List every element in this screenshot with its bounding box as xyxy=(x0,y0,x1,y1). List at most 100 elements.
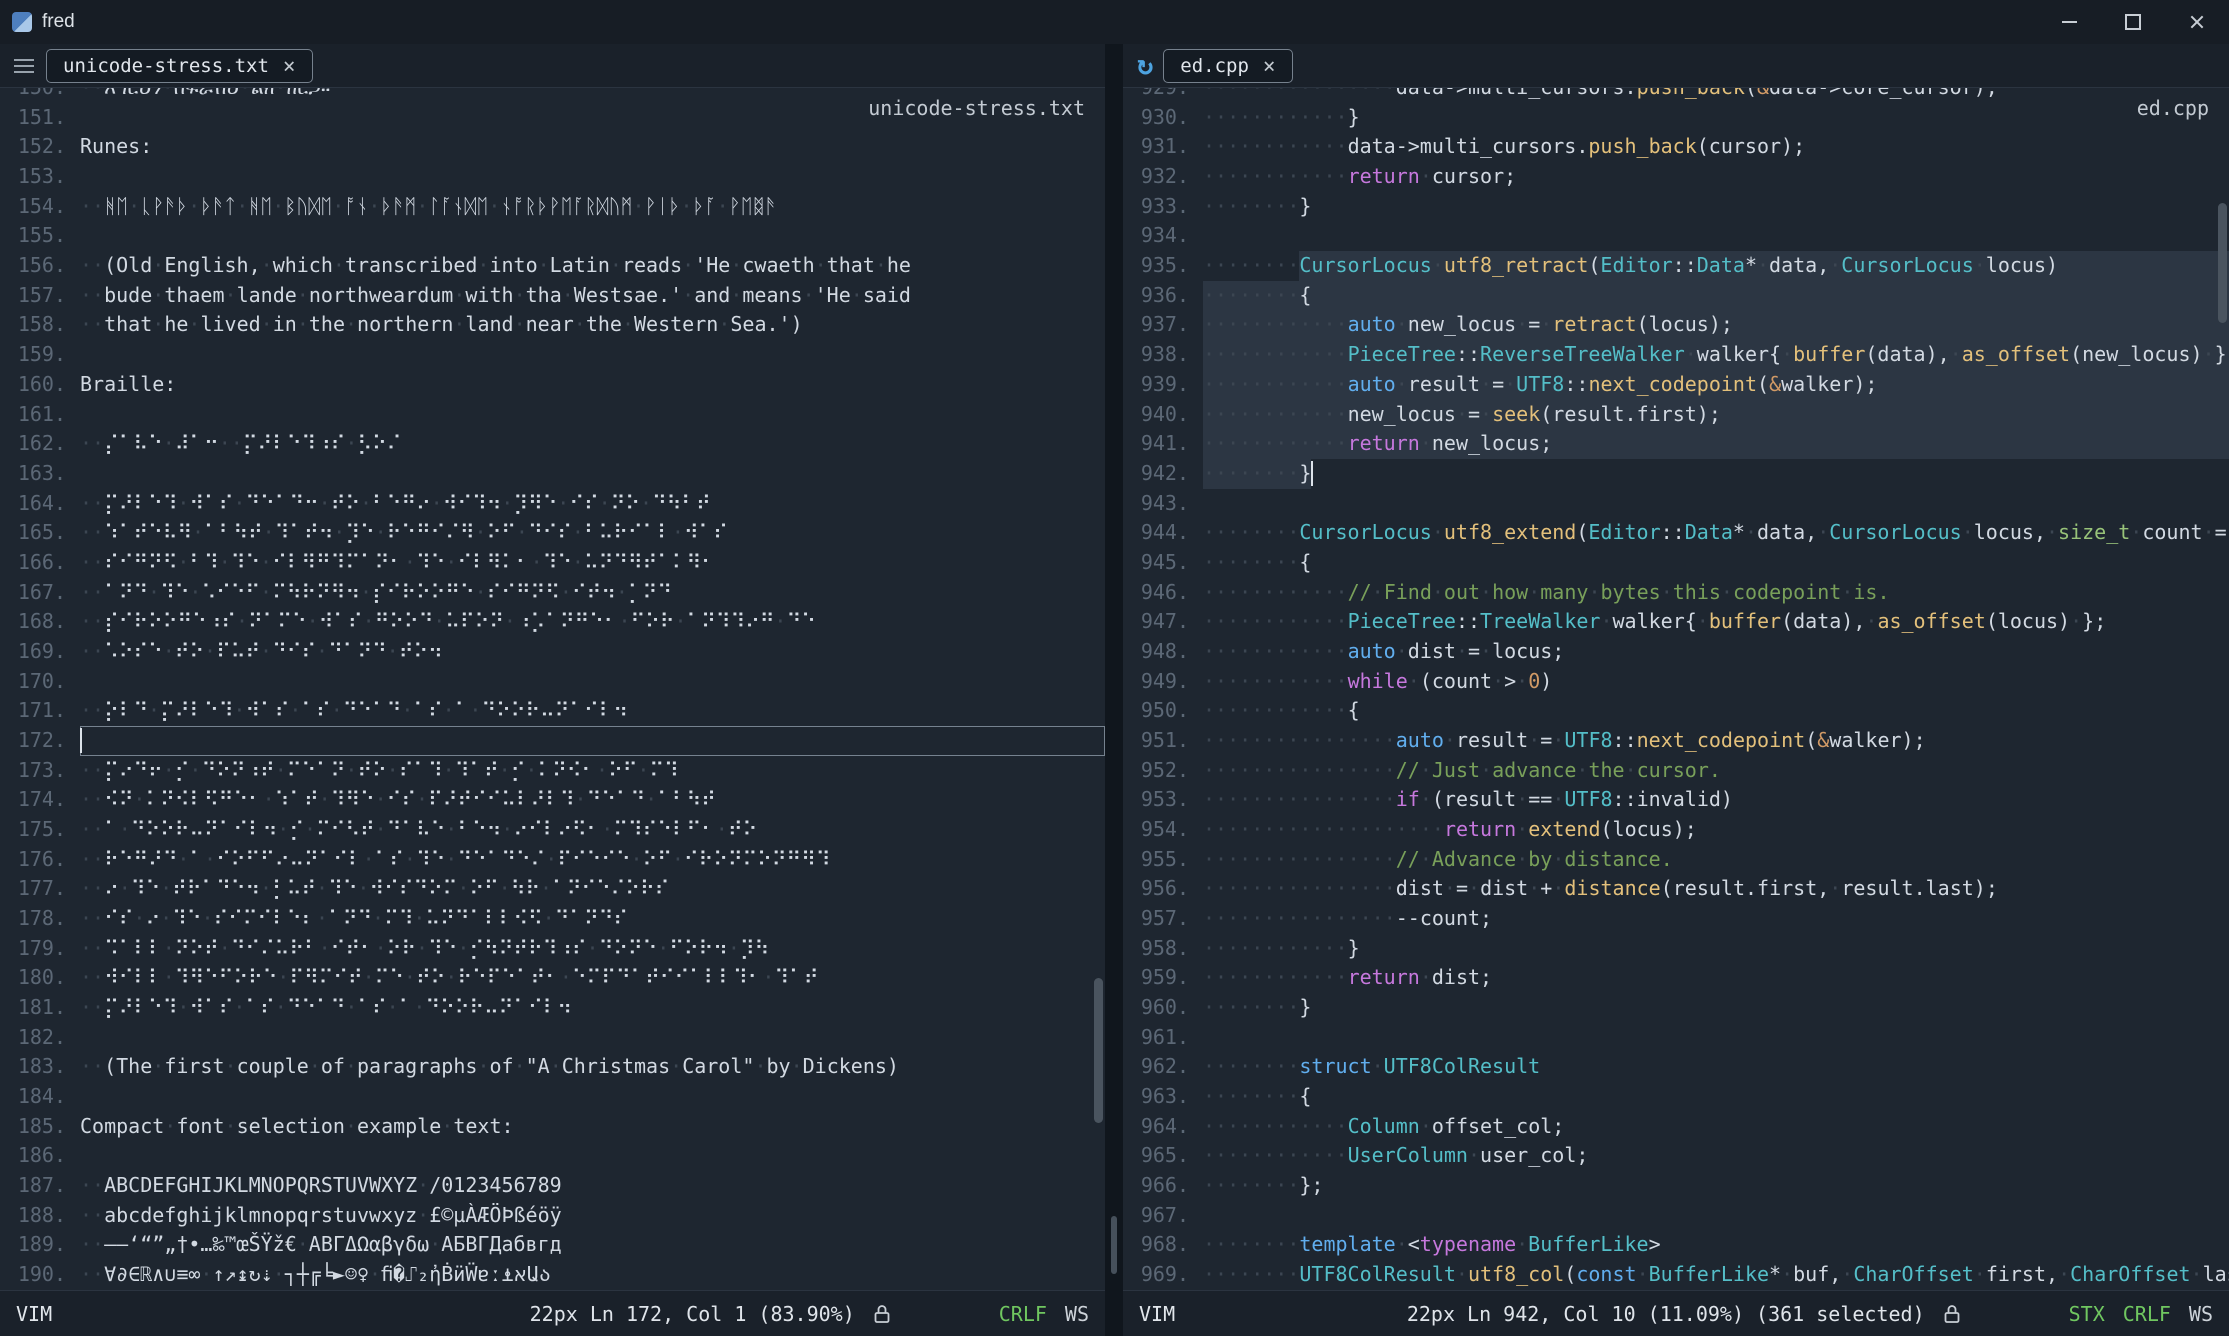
code-line[interactable]: 966.········}; xyxy=(1123,1171,2229,1201)
code-line[interactable]: 169.··⠡⠕⠎⠑·⠞⠕·⠏⠥⠞·⠙⠊⠎·⠙⠁⠝⠙·⠞⠕⠲ xyxy=(0,637,1105,667)
code-line[interactable]: 176.··⠗⠑⠛⠜⠙·⠁·⠊⠕⠋⠋⠔⠤⠝⠁⠊⠇·⠁⠎·⠹⠑·⠙⠑⠁⠙⠑⠌·⠏⠊… xyxy=(0,845,1105,875)
code-line[interactable]: 934. xyxy=(1123,221,2229,251)
code-line[interactable]: 936.········{ xyxy=(1123,281,2229,311)
code-line[interactable]: 157.··bude·thaem·lande·northweardum·with… xyxy=(0,281,1105,311)
code-line[interactable]: 967. xyxy=(1123,1201,2229,1231)
code-line[interactable]: 155. xyxy=(0,221,1105,251)
code-line[interactable]: 943. xyxy=(1123,489,2229,519)
code-line[interactable]: 944.········CursorLocus·utf8_extend(Edit… xyxy=(1123,518,2229,548)
code-line[interactable]: 940.············new_locus·=·seek(result.… xyxy=(1123,400,2229,430)
code-line[interactable]: 181.··⡍⠜⠇⠑⠹·⠺⠁⠎·⠁⠎·⠙⠑⠁⠙·⠁⠎·⠁·⠙⠕⠕⠗⠤⠝⠁⠊⠇⠲ xyxy=(0,993,1105,1023)
code-line[interactable]: 187.··ABCDEFGHIJKLMNOPQRSTUVWXYZ·/012345… xyxy=(0,1171,1105,1201)
code-line[interactable]: 941.············return·new_locus; xyxy=(1123,429,2229,459)
code-line[interactable]: 168.··⡎⠊⠗⠕⠕⠛⠑⠰⠎·⠝⠁⠍⠑·⠺⠁⠎·⠛⠕⠕⠙·⠥⠏⠕⠝·⠰⡡⠁⠝⠛… xyxy=(0,607,1105,637)
code-line[interactable]: 170. xyxy=(0,667,1105,697)
right-editor[interactable]: 929.················data->multi_cursors.… xyxy=(1123,88,2229,1290)
pane-divider[interactable] xyxy=(1105,44,1123,1336)
code-line[interactable]: 953.················if·(result·==·UTF8::… xyxy=(1123,785,2229,815)
code-line[interactable]: 942.········} xyxy=(1123,459,2229,489)
code-line[interactable]: 931.············data->multi_cursors.push… xyxy=(1123,132,2229,162)
code-line[interactable]: 173.··⡍⠔⠙⠖·⡊·⠙⠕⠝⠰⠞·⠍⠑⠁⠝·⠞⠕·⠎⠁⠹·⠹⠁⠞·⡊·⠅⠝⠪… xyxy=(0,756,1105,786)
code-line[interactable]: 189.··–—‘“”„†•…‰™œŠŸž€·ΑΒΓΔΩαβγδω·АБВГДа… xyxy=(0,1230,1105,1260)
line-number: 968. xyxy=(1123,1230,1189,1260)
code-line[interactable]: 182. xyxy=(0,1023,1105,1053)
lock-icon[interactable] xyxy=(1943,1303,1961,1325)
code-line[interactable]: 165.··⠱⠁⠞⠑⠧⠻·⠁⠃⠳⠞·⠹⠁⠞⠲·⡹⠑·⠗⠑⠛⠊⠌⠻·⠕⠋·⠙⠊⠎·… xyxy=(0,518,1105,548)
code-line[interactable]: 162.··⡌⠁⠧⠑·⠼⠁⠒··⡍⠜⠇⠑⠹⠰⠎·⡣⠕⠌ xyxy=(0,429,1105,459)
code-line[interactable]: 166.··⠎⠊⠛⠝⠫·⠃⠹·⠹⠑·⠊⠇⠻⠛⠹⠍⠁⠝⠂·⠹⠑·⠊⠇⠻⠅⠂·⠹⠑·… xyxy=(0,548,1105,578)
line-number: 188. xyxy=(0,1201,66,1231)
code-line[interactable]: 179.··⠩⠁⠇⠇·⠝⠕⠞·⠙⠊⠌⠥⠗⠃·⠊⠞⠂·⠕⠗·⠹⠑·⡊⠳⠝⠞⠗⠹⠰⠎… xyxy=(0,934,1105,964)
tab-close-icon[interactable]: × xyxy=(1263,54,1276,78)
code-line[interactable]: 949.············while·(count·>·0) xyxy=(1123,667,2229,697)
code-line[interactable]: 954.····················return·extend(lo… xyxy=(1123,815,2229,845)
code-line[interactable]: 177.··⠔·⠹⠑·⠞⠗⠁⠙⠑⠲·⡃⠥⠞·⠹⠑·⠺⠊⠎⠙⠕⠍·⠕⠋·⠳⠗·⠁⠝… xyxy=(0,874,1105,904)
code-line[interactable]: 161. xyxy=(0,400,1105,430)
splitter-handle[interactable] xyxy=(1111,1216,1117,1274)
code-line[interactable]: 933.········} xyxy=(1123,192,2229,222)
minimize-button[interactable] xyxy=(2037,0,2101,44)
code-line[interactable]: 935.········CursorLocus·utf8_retract(Edi… xyxy=(1123,251,2229,281)
tab-close-icon[interactable]: × xyxy=(283,54,296,78)
code-line[interactable]: 930.············} xyxy=(1123,103,2229,133)
code-line[interactable]: 190.··∀∂∈ℝ∧∪≡∞·↑↗↨↻⇣·┐┼╔╘►☺♀·ﬁ�⑀₂ἠḂӥẄɐː⍎… xyxy=(0,1260,1105,1290)
code-line[interactable]: 153. xyxy=(0,162,1105,192)
code-line[interactable]: 939.············auto·result·=·UTF8::next… xyxy=(1123,370,2229,400)
code-line[interactable]: 171.··⡕⠇⠙·⡍⠜⠇⠑⠹·⠺⠁⠎·⠁⠎·⠙⠑⠁⠙·⠁⠎·⠁·⠙⠕⠕⠗⠤⠝⠁… xyxy=(0,696,1105,726)
code-line[interactable]: 164.··⡍⠜⠇⠑⠹·⠺⠁⠎·⠙⠑⠁⠙⠒·⠞⠕·⠃⠑⠛⠔·⠺⠊⠹⠲·⡹⠻⠑·⠊… xyxy=(0,489,1105,519)
code-line[interactable]: 159. xyxy=(0,340,1105,370)
code-line[interactable]: 948.············auto·dist·=·locus; xyxy=(1123,637,2229,667)
tab-ed-cpp[interactable]: ed.cpp × xyxy=(1163,49,1292,83)
code-line[interactable]: 969.········UTF8ColResult·utf8_col(const… xyxy=(1123,1260,2229,1290)
code-line[interactable]: 947.············PieceTree::TreeWalker·wa… xyxy=(1123,607,2229,637)
left-editor[interactable]: 150.··እግርህን·በፍራሽህ·ልክ·ዘርጋ።151.152.Runes:1… xyxy=(0,88,1105,1290)
code-line[interactable]: 184. xyxy=(0,1082,1105,1112)
code-line[interactable]: 188.··abcdefghijklmnopqrstuvwxyz·£©µÀÆÖÞ… xyxy=(0,1201,1105,1231)
code-line[interactable]: 963.········{ xyxy=(1123,1082,2229,1112)
code-line[interactable]: 938.············PieceTree::ReverseTreeWa… xyxy=(1123,340,2229,370)
scrollbar-thumb[interactable] xyxy=(2218,203,2227,323)
code-line[interactable]: 172. xyxy=(0,726,1105,756)
code-line[interactable]: 951.················auto·result·=·UTF8::… xyxy=(1123,726,2229,756)
code-line[interactable]: 965.············UserColumn·user_col; xyxy=(1123,1141,2229,1171)
code-line[interactable]: 956.················dist·=·dist·+·distan… xyxy=(1123,874,2229,904)
code-line[interactable]: 152.Runes: xyxy=(0,132,1105,162)
code-line[interactable]: 154.··ᚻᛖ·ᚳᚹᚫᚦ·ᚦᚫᛏ·ᚻᛖ·ᛒᚢᛞᛖ·ᚩᚾ·ᚦᚫᛗ·ᛚᚪᚾᛞᛖ·ᚾ… xyxy=(0,192,1105,222)
code-line[interactable]: 183.··(The·first·couple·of·paragraphs·of… xyxy=(0,1052,1105,1082)
code-line[interactable]: 958.············} xyxy=(1123,934,2229,964)
lock-icon[interactable] xyxy=(873,1303,891,1325)
menu-icon[interactable] xyxy=(14,59,34,73)
code-line[interactable]: 163. xyxy=(0,459,1105,489)
code-line[interactable]: 961. xyxy=(1123,1023,2229,1053)
code-line[interactable]: 932.············return·cursor; xyxy=(1123,162,2229,192)
code-line[interactable]: 964.············Column·offset_col; xyxy=(1123,1112,2229,1142)
code-line[interactable]: 946.············//·Find·out·how·many·byt… xyxy=(1123,578,2229,608)
scrollbar-thumb[interactable] xyxy=(1094,978,1103,1123)
code-line[interactable]: 945.········{ xyxy=(1123,548,2229,578)
code-line[interactable]: 167.··⠁⠝⠙·⠹⠑·⠡⠊⠑⠋·⠍⠳⠗⠝⠻⠲·⡎⠊⠗⠕⠕⠛⠑·⠎⠊⠛⠝⠫·⠊… xyxy=(0,578,1105,608)
code-line[interactable]: 178.··⠊⠎·⠔·⠹⠑·⠎⠊⠍⠊⠇⠑⠆·⠁⠝⠙·⠍⠹·⠥⠝⠙⠁⠇⠇⠪⠫·⠙⠁… xyxy=(0,904,1105,934)
code-line[interactable]: 955.················//·Advance·by·distan… xyxy=(1123,845,2229,875)
code-line[interactable]: 185.Compact·font·selection·example·text: xyxy=(0,1112,1105,1142)
code-line[interactable]: 158.··that·he·lived·in·the·northern·land… xyxy=(0,310,1105,340)
code-line[interactable]: 950.············{ xyxy=(1123,696,2229,726)
code-line[interactable]: 175.··⠁·⠙⠕⠕⠗⠤⠝⠁⠊⠇⠲·⡊·⠍⠊⠣⠞·⠙⠁⠧⠑·⠃⠑⠲·⠔⠊⠇⠔⠫… xyxy=(0,815,1105,845)
code-line[interactable]: 960.········} xyxy=(1123,993,2229,1023)
code-line[interactable]: 952.················//·Just·advance·the·… xyxy=(1123,756,2229,786)
tab-unicode-stress-txt[interactable]: unicode-stress.txt × xyxy=(46,49,313,83)
maximize-button[interactable] xyxy=(2101,0,2165,44)
code-line[interactable]: 160.Braille: xyxy=(0,370,1105,400)
code-line[interactable]: 959.············return·dist; xyxy=(1123,963,2229,993)
sync-icon[interactable]: ↻ xyxy=(1137,52,1153,79)
code-line[interactable]: 156.··(Old·English,·which·transcribed·in… xyxy=(0,251,1105,281)
code-line[interactable]: 962.········struct·UTF8ColResult xyxy=(1123,1052,2229,1082)
close-button[interactable] xyxy=(2165,0,2229,44)
code-line[interactable]: 957.················--count; xyxy=(1123,904,2229,934)
code-line[interactable]: 929.················data->multi_cursors.… xyxy=(1123,88,2229,103)
code-line[interactable]: 174.··⠪⠝·⠅⠝⠪⠇⠫⠛⠑⠂·⠱⠁⠞·⠹⠻⠑·⠊⠎·⠏⠜⠞⠊⠊⠥⠇⠜⠇⠹·… xyxy=(0,785,1105,815)
code-line[interactable]: 968.········template·<typename·BufferLik… xyxy=(1123,1230,2229,1260)
code-line[interactable]: 186. xyxy=(0,1141,1105,1171)
code-line[interactable]: 180.··⠺⠊⠇⠇·⠹⠻⠑⠋⠕⠗⠑·⠏⠻⠍⠊⠞·⠍⠑·⠞⠕·⠗⠑⠏⠑⠁⠞⠂·⠑… xyxy=(0,963,1105,993)
code-line[interactable]: 937.············auto·new_locus·=·retract… xyxy=(1123,310,2229,340)
tab-label: unicode-stress.txt xyxy=(63,55,269,77)
